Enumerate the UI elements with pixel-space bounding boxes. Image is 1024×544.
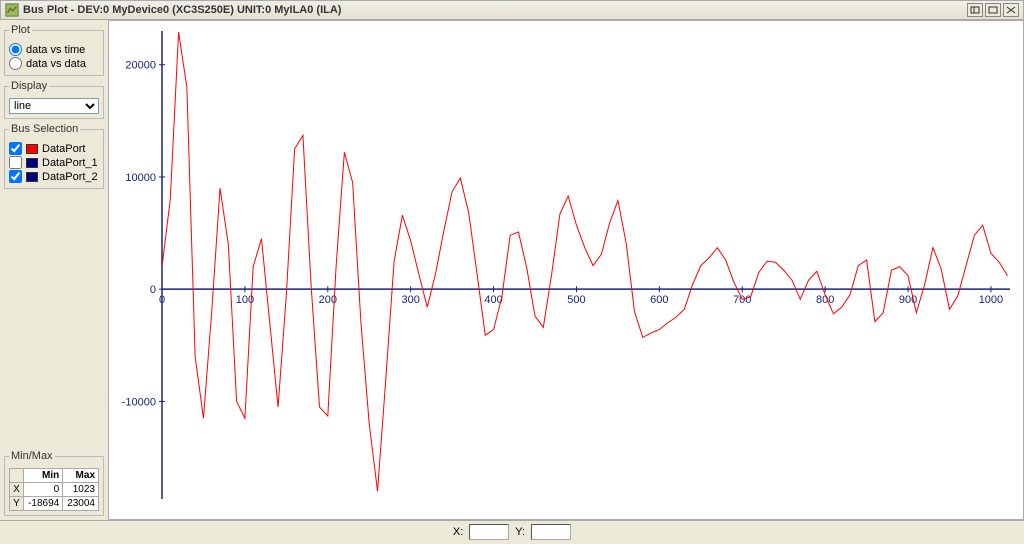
bus-label: DataPort xyxy=(42,143,85,155)
svg-text:0: 0 xyxy=(159,294,165,306)
app-icon xyxy=(5,3,19,17)
bus-legend: Bus Selection xyxy=(9,123,80,135)
titlebar: Bus Plot - DEV:0 MyDevice0 (XC3S250E) UN… xyxy=(0,0,1024,20)
radio-data-vs-time[interactable]: data vs time xyxy=(9,43,99,56)
bus-check[interactable] xyxy=(9,142,22,155)
display-legend: Display xyxy=(9,80,49,92)
display-panel: Display line xyxy=(4,80,104,119)
svg-text:700: 700 xyxy=(733,294,751,306)
bus-check[interactable] xyxy=(9,156,22,169)
minimize-button[interactable] xyxy=(967,3,983,17)
status-x-label: X: xyxy=(453,526,463,538)
plot-area[interactable]: 01002003004005006007008009001000-1000001… xyxy=(108,20,1024,520)
svg-text:1000: 1000 xyxy=(979,294,1003,306)
svg-text:10000: 10000 xyxy=(125,172,156,184)
radio-data-vs-data-input[interactable] xyxy=(9,57,22,70)
svg-text:-10000: -10000 xyxy=(122,396,156,408)
bus-check[interactable] xyxy=(9,170,22,183)
status-x-input[interactable] xyxy=(469,524,509,540)
status-y-label: Y: xyxy=(515,526,525,538)
svg-text:300: 300 xyxy=(402,294,420,306)
minmax-panel: Min/Max MinMax X01023Y-1869423004 xyxy=(4,450,104,516)
status-bar: X: Y: xyxy=(0,520,1024,542)
display-select[interactable]: line xyxy=(9,98,99,114)
bus-swatch xyxy=(26,144,38,154)
col-max: Max xyxy=(63,469,99,483)
plot-panel: Plot data vs time data vs data xyxy=(4,24,104,76)
bus-selection-panel: Bus Selection DataPort DataPort_1 DataPo… xyxy=(4,123,104,189)
radio-data-vs-data[interactable]: data vs data xyxy=(9,57,99,70)
chart-svg: 01002003004005006007008009001000-1000001… xyxy=(109,21,1023,519)
bus-swatch xyxy=(26,158,38,168)
sidebar: Plot data vs time data vs data Display l… xyxy=(0,20,108,520)
col-min: Min xyxy=(24,469,63,483)
svg-text:600: 600 xyxy=(650,294,668,306)
svg-text:0: 0 xyxy=(150,284,156,296)
minmax-table: MinMax X01023Y-1869423004 xyxy=(9,468,99,511)
bus-item-2[interactable]: DataPort_2 xyxy=(9,170,99,183)
bus-item-0[interactable]: DataPort xyxy=(9,142,99,155)
bus-item-1[interactable]: DataPort_1 xyxy=(9,156,99,169)
plot-legend: Plot xyxy=(9,24,32,36)
radio-label: data vs data xyxy=(26,58,86,70)
table-row: X01023 xyxy=(10,483,99,497)
svg-text:500: 500 xyxy=(567,294,585,306)
radio-data-vs-time-input[interactable] xyxy=(9,43,22,56)
minmax-legend: Min/Max xyxy=(9,450,55,462)
close-button[interactable] xyxy=(1003,3,1019,17)
svg-text:20000: 20000 xyxy=(125,60,156,72)
bus-swatch xyxy=(26,172,38,182)
radio-label: data vs time xyxy=(26,44,85,56)
bus-label: DataPort_1 xyxy=(42,157,98,169)
status-y-input[interactable] xyxy=(531,524,571,540)
table-row: Y-1869423004 xyxy=(10,497,99,511)
bus-label: DataPort_2 xyxy=(42,171,98,183)
window-title: Bus Plot - DEV:0 MyDevice0 (XC3S250E) UN… xyxy=(23,4,965,16)
maximize-button[interactable] xyxy=(985,3,1001,17)
